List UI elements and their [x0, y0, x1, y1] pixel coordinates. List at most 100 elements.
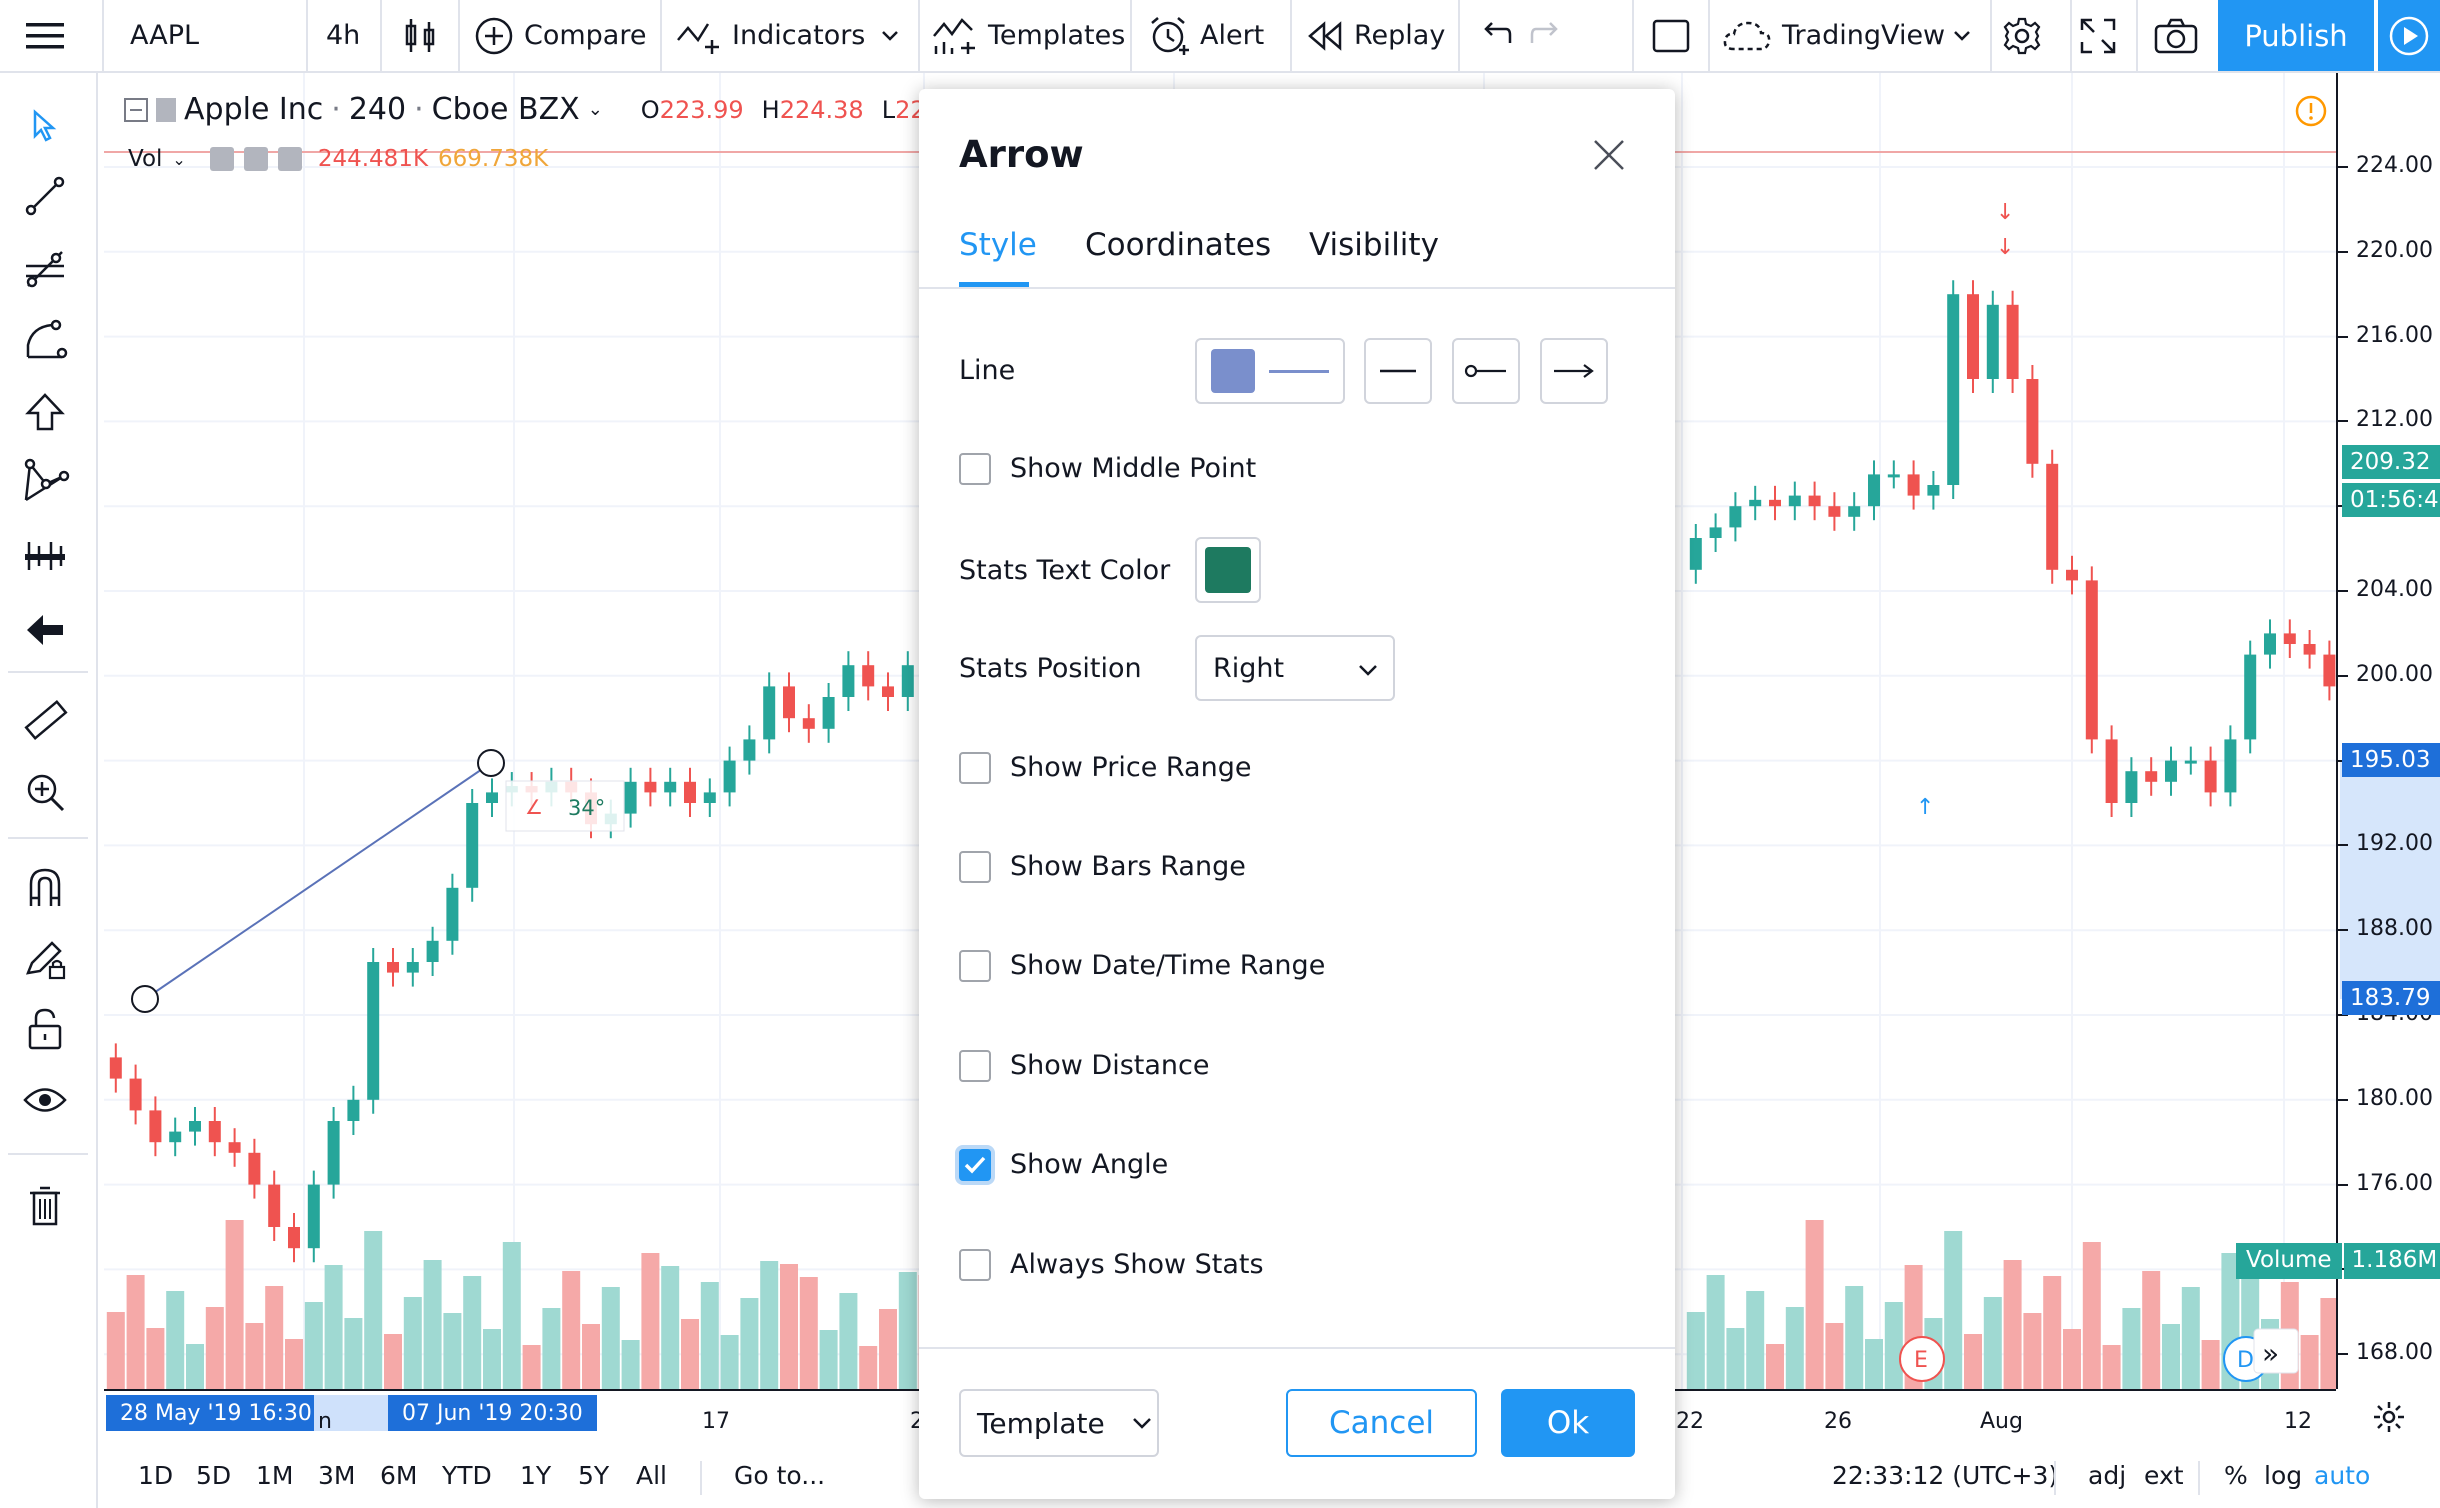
- interval-button[interactable]: 4h: [326, 0, 360, 71]
- symbol-name[interactable]: Apple Inc: [184, 92, 323, 127]
- candle: [901, 665, 914, 697]
- double-chevron-right-icon: »: [2262, 1337, 2279, 1370]
- eye-icon[interactable]: [18, 1073, 72, 1127]
- earnings-marker-label: E: [1914, 1348, 1928, 1373]
- lock-drawing-pencil-icon[interactable]: [18, 931, 72, 985]
- goto-date-button[interactable]: Go to...: [734, 1461, 825, 1490]
- eye-toggle-icon[interactable]: [209, 147, 234, 171]
- cancel-button[interactable]: Cancel: [1286, 1389, 1477, 1457]
- candle: [2006, 304, 2019, 379]
- chevron-down-icon[interactable]: [1952, 0, 1972, 71]
- show-date-time-range-checkbox[interactable]: [959, 950, 991, 982]
- ext-toggle[interactable]: ext: [2144, 1461, 2184, 1490]
- show-price-range-checkbox[interactable]: [959, 752, 991, 784]
- show-distance-checkbox[interactable]: [959, 1050, 991, 1082]
- candle: [2085, 580, 2098, 740]
- chevron-down-icon[interactable]: [880, 0, 900, 71]
- range-5d[interactable]: 5D: [196, 1461, 231, 1490]
- range-5y[interactable]: 5Y: [578, 1461, 609, 1490]
- auto-toggle[interactable]: auto: [2314, 1461, 2370, 1490]
- line-color-style-button[interactable]: [1195, 338, 1345, 404]
- candle: [307, 1184, 320, 1249]
- compare-button[interactable]: Compare: [474, 0, 646, 71]
- template-button[interactable]: Template: [959, 1389, 1159, 1457]
- rewind-icon: [1308, 20, 1342, 51]
- symbol-search[interactable]: AAPL: [130, 0, 199, 71]
- pitchfork-icon[interactable]: [18, 241, 72, 295]
- range-1y[interactable]: 1Y: [520, 1461, 551, 1490]
- trend-line-icon[interactable]: [18, 169, 72, 223]
- candles-icon[interactable]: [404, 0, 436, 71]
- tab-coordinates[interactable]: Coordinates: [1085, 227, 1271, 263]
- ruler-icon[interactable]: [18, 693, 72, 747]
- price-axis[interactable]: 224.00220.00216.00212.00208.00204.00200.…: [2236, 73, 2440, 1389]
- volume-bar: [1746, 1291, 1765, 1389]
- percent-toggle[interactable]: %: [2224, 1461, 2248, 1490]
- timezone-clock[interactable]: 22:33:12 (UTC+3): [1832, 1461, 2058, 1490]
- range-6m[interactable]: 6M: [380, 1461, 417, 1490]
- gear-icon[interactable]: [2002, 0, 2042, 71]
- log-toggle[interactable]: log: [2264, 1461, 2302, 1490]
- volume-bar: [1805, 1220, 1824, 1389]
- arrow-left-icon[interactable]: [18, 603, 72, 657]
- always-show-stats-checkbox[interactable]: [959, 1249, 991, 1281]
- brush-icon[interactable]: [18, 313, 72, 367]
- flag-icon[interactable]: [156, 97, 176, 122]
- stats-text-color-button[interactable]: [1195, 537, 1261, 603]
- zoom-in-icon[interactable]: [18, 765, 72, 819]
- volume-bar: [1865, 1339, 1883, 1389]
- line-start-circle-icon: [1464, 364, 1506, 378]
- layout-select-icon[interactable]: [1652, 0, 1690, 71]
- trash-icon[interactable]: [18, 1179, 72, 1233]
- prediction-icon[interactable]: [18, 529, 72, 583]
- play-button[interactable]: [2378, 0, 2440, 71]
- lock-icon[interactable]: [18, 1001, 72, 1055]
- magnet-icon[interactable]: [18, 861, 72, 915]
- cursor-icon[interactable]: [18, 99, 72, 153]
- menu-icon[interactable]: [26, 0, 66, 71]
- show-angle-checkbox[interactable]: [959, 1149, 991, 1181]
- stats-position-select[interactable]: Right: [1195, 635, 1395, 701]
- range-1d[interactable]: 1D: [138, 1461, 173, 1490]
- pattern-icon[interactable]: [18, 455, 72, 509]
- range-all[interactable]: All: [636, 1461, 667, 1490]
- settings-small-icon[interactable]: [243, 147, 268, 171]
- indicators-button[interactable]: Indicators: [676, 0, 865, 71]
- undo-icon[interactable]: [1476, 0, 1512, 71]
- collapse-icon[interactable]: [124, 97, 148, 122]
- alert-button[interactable]: Alert: [1148, 0, 1264, 71]
- axis-settings-icon[interactable]: [2372, 1400, 2406, 1438]
- volume-label[interactable]: Vol: [128, 146, 162, 172]
- show-bars-range-checkbox[interactable]: [959, 851, 991, 883]
- templates-button[interactable]: Templates: [932, 0, 1125, 71]
- range-3m[interactable]: 3M: [318, 1461, 355, 1490]
- line-color-swatch: [1211, 349, 1255, 393]
- range-ytd[interactable]: YTD: [442, 1461, 492, 1490]
- range-1m[interactable]: 1M: [256, 1461, 293, 1490]
- layout-name-button[interactable]: TradingView: [1722, 0, 1945, 71]
- close-icon[interactable]: [1587, 133, 1631, 177]
- replay-button[interactable]: Replay: [1308, 0, 1445, 71]
- cloud-icon: [1723, 21, 1771, 50]
- time-tick: 22: [1676, 1409, 1704, 1434]
- chevron-down-icon[interactable]: ⌄: [172, 150, 185, 169]
- ok-button[interactable]: Ok: [1501, 1389, 1635, 1457]
- fullscreen-icon[interactable]: [2080, 0, 2116, 71]
- redo-icon[interactable]: [1530, 0, 1566, 71]
- candle: [2303, 644, 2316, 655]
- tab-style[interactable]: Style: [959, 227, 1037, 263]
- line-start-button[interactable]: [1452, 338, 1520, 404]
- volume-bar: [1686, 1312, 1705, 1389]
- show-middle-point-checkbox[interactable]: [959, 453, 991, 485]
- chevron-down-icon[interactable]: ⌄: [588, 99, 603, 120]
- line-style-button[interactable]: [1364, 338, 1432, 404]
- adj-toggle[interactable]: adj: [2088, 1461, 2126, 1490]
- tab-visibility[interactable]: Visibility: [1309, 227, 1439, 263]
- line-end-button[interactable]: [1540, 338, 1608, 404]
- camera-icon[interactable]: [2154, 0, 2198, 71]
- remove-small-icon[interactable]: [277, 147, 302, 171]
- candle: [2264, 633, 2276, 655]
- arrow-up-shape-icon[interactable]: [18, 385, 72, 439]
- symbol-exchange: Cboe BZX: [431, 92, 580, 127]
- publish-button[interactable]: Publish: [2218, 0, 2374, 71]
